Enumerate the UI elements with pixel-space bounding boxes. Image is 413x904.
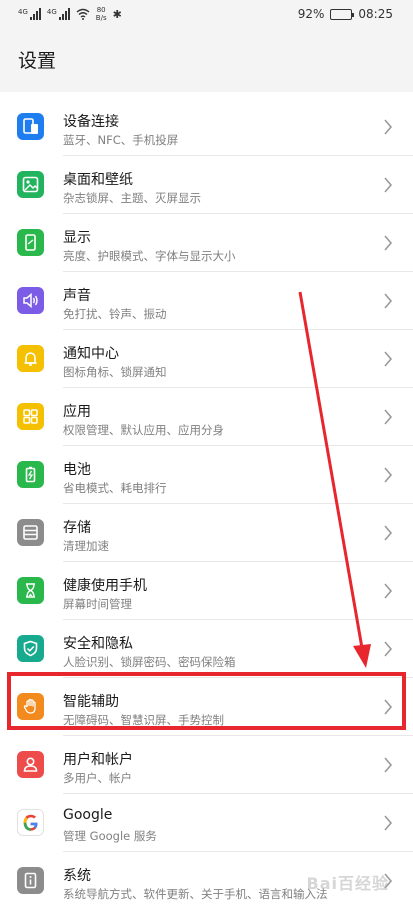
highlight-annotation-box	[7, 672, 406, 730]
battery-percent: 92%	[297, 7, 325, 21]
chevron-right-icon	[384, 525, 393, 541]
settings-row-title: 设备连接	[63, 114, 119, 130]
device-connection-icon	[17, 113, 44, 140]
settings-row[interactable]: 存储 清理加速	[0, 504, 413, 562]
storage-icon	[17, 519, 44, 546]
watermark: Bai百经验	[306, 874, 389, 893]
settings-row[interactable]: 用户和帐户多用户、帐户	[0, 736, 413, 794]
settings-row-subtitle: 管理 Google 服务	[63, 829, 157, 843]
sound-icon	[17, 287, 44, 314]
bluetooth-icon: ✱	[112, 7, 122, 21]
settings-row-subtitle: 权限管理、默认应用、应用分身	[63, 423, 224, 437]
clock: 08:25	[358, 7, 393, 21]
settings-row-title: 声音	[63, 288, 91, 304]
settings-row-subtitle: 免打扰、铃声、振动	[63, 307, 167, 321]
google-icon	[17, 809, 44, 836]
settings-row-title: 存储	[63, 520, 91, 536]
chevron-right-icon	[384, 351, 393, 367]
settings-row-title: 电池	[63, 462, 91, 478]
settings-row-subtitle: 清理加速	[63, 539, 109, 553]
settings-row-subtitle: 系统导航方式、软件更新、关于手机、语言和输入法	[63, 887, 328, 901]
chevron-right-icon	[384, 235, 393, 251]
shield-icon	[17, 635, 44, 662]
settings-row[interactable]: 桌面和壁纸杂志锁屏、主题、灭屏显示	[0, 156, 413, 214]
settings-row[interactable]: 设备连接蓝牙、NFC、手机投屏	[0, 98, 413, 156]
settings-row[interactable]: 应用权限管理、默认应用、应用分身	[0, 388, 413, 446]
settings-row-title: 用户和帐户	[63, 752, 133, 768]
settings-row[interactable]: 声音免打扰、铃声、振动	[0, 272, 413, 330]
settings-row-subtitle: 图标角标、锁屏通知	[63, 365, 167, 379]
settings-row[interactable]: Google 管理 Google 服务	[0, 794, 413, 852]
display-icon	[17, 229, 44, 256]
settings-row[interactable]: 电池省电模式、耗电排行	[0, 446, 413, 504]
wallpaper-icon	[17, 171, 44, 198]
page-title: 设置	[18, 50, 57, 72]
settings-row-subtitle: 屏幕时间管理	[63, 597, 132, 611]
settings-row-subtitle: 省电模式、耗电排行	[63, 481, 167, 495]
chevron-right-icon	[384, 641, 393, 657]
chevron-right-icon	[384, 815, 393, 831]
apps-grid-icon	[17, 403, 44, 430]
settings-row-title: 通知中心	[63, 346, 119, 362]
settings-row[interactable]: 显示亮度、护眼模式、字体与显示大小	[0, 214, 413, 272]
settings-row-title: 桌面和壁纸	[63, 172, 133, 188]
hourglass-icon	[17, 577, 44, 604]
chevron-right-icon	[384, 119, 393, 135]
settings-list: 设备连接蓝牙、NFC、手机投屏 桌面和壁纸杂志锁屏、主题、灭屏显示 显示亮度、护眼模…	[0, 92, 413, 904]
settings-row-subtitle: 亮度、护眼模式、字体与显示大小	[63, 249, 236, 263]
battery-icon	[17, 461, 44, 488]
settings-row-title: 安全和隐私	[63, 636, 133, 652]
settings-row-title: Google	[63, 807, 113, 823]
chevron-right-icon	[384, 467, 393, 483]
status-right: 92% 08:25	[298, 7, 393, 21]
status-bar: 4G 4G 80 B/s ✱ 92% 08:25	[0, 0, 413, 32]
notification-bell-icon	[17, 345, 44, 372]
battery-status-icon	[330, 8, 355, 20]
settings-row-subtitle: 蓝牙、NFC、手机投屏	[63, 133, 179, 147]
signal-1-icon: 4G	[18, 8, 41, 20]
system-info-icon	[17, 867, 44, 894]
settings-row-subtitle: 人脸识别、锁屏密码、密码保险箱	[63, 655, 236, 669]
chevron-right-icon	[384, 757, 393, 773]
user-icon	[17, 751, 44, 778]
network-speed: 80 B/s	[95, 6, 107, 22]
chevron-right-icon	[384, 293, 393, 309]
settings-row[interactable]: 安全和隐私人脸识别、锁屏密码、密码保险箱	[0, 620, 413, 678]
settings-row-title: 显示	[63, 230, 91, 246]
status-left: 4G 4G 80 B/s ✱	[18, 6, 122, 22]
settings-row[interactable]: 健康使用手机 屏幕时间管理	[0, 562, 413, 620]
settings-row-title: 系统	[63, 868, 91, 884]
chevron-right-icon	[384, 409, 393, 425]
chevron-right-icon	[384, 583, 393, 599]
settings-row[interactable]: 通知中心图标角标、锁屏通知	[0, 330, 413, 388]
wifi-icon	[76, 8, 90, 20]
signal-2-icon: 4G	[47, 8, 70, 20]
settings-row-title: 应用	[63, 404, 91, 420]
settings-row-subtitle: 杂志锁屏、主题、灭屏显示	[63, 191, 201, 205]
chevron-right-icon	[384, 177, 393, 193]
settings-row-subtitle: 多用户、帐户	[63, 771, 132, 785]
settings-row-title: 健康使用手机	[63, 578, 147, 594]
